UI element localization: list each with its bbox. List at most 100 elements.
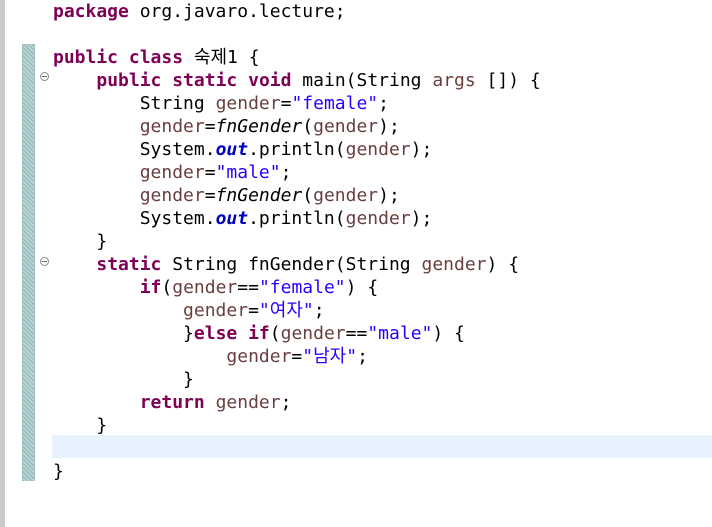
code-token: =	[248, 300, 259, 321]
code-line[interactable]: gender=fnGender(gender);	[53, 115, 541, 138]
code-line[interactable]: }	[53, 460, 541, 483]
code-token: gender	[226, 346, 292, 367]
code-token: System.	[53, 139, 216, 160]
code-token: ;	[378, 93, 389, 114]
code-token: (	[302, 185, 314, 206]
code-token: }	[53, 461, 64, 482]
code-token: "남자"	[302, 346, 358, 367]
code-token: String	[53, 93, 216, 114]
code-line[interactable]: }	[53, 230, 541, 253]
code-token: void	[248, 70, 292, 91]
code-line[interactable]: static String fnGender(String gender) {	[53, 253, 541, 276]
code-token: fnGender	[215, 185, 303, 206]
code-token: ;	[313, 300, 325, 321]
code-token: =	[291, 346, 303, 367]
code-token: }	[53, 323, 194, 344]
code-line[interactable]	[53, 23, 541, 46]
code-line[interactable]: return gender;	[53, 391, 541, 414]
code-token: []) {	[475, 70, 541, 91]
code-token: );	[410, 208, 433, 229]
code-token: gender	[139, 185, 205, 206]
code-line[interactable]: gender="여자";	[53, 299, 541, 322]
code-token: gender	[345, 139, 411, 160]
code-token: out	[215, 139, 249, 160]
code-token: ==	[237, 277, 259, 298]
code-token: =	[280, 93, 292, 114]
code-token: args	[432, 70, 476, 91]
code-token: System.	[53, 208, 216, 229]
code-token: gender	[215, 93, 281, 114]
code-token: gender	[139, 162, 205, 183]
code-token: gender	[215, 392, 281, 413]
code-line[interactable]: gender="남자";	[53, 345, 541, 368]
code-line[interactable]: System.out.println(gender);	[53, 207, 541, 230]
code-token: ==	[345, 323, 368, 344]
code-token: "male"	[215, 162, 281, 183]
code-token: =	[204, 116, 216, 137]
code-token: static	[96, 254, 162, 275]
code-token: gender	[421, 254, 487, 275]
code-token: public	[96, 70, 162, 91]
code-token: );	[410, 139, 433, 160]
code-token: gender	[345, 208, 411, 229]
code-token: if	[248, 323, 270, 344]
code-token: fnGender	[215, 116, 303, 137]
code-token: "female"	[258, 277, 346, 298]
code-token: gender	[183, 300, 249, 321]
code-line[interactable]: gender="male";	[53, 161, 541, 184]
code-token: }	[53, 415, 108, 436]
code-token: if	[139, 277, 162, 298]
collapse-minus-icon[interactable]	[40, 72, 49, 81]
code-line[interactable]: }	[53, 368, 541, 391]
code-token: return	[139, 392, 205, 413]
collapse-minus-icon[interactable]	[40, 257, 49, 266]
code-token: ;	[280, 162, 292, 183]
code-line[interactable]	[53, 437, 541, 460]
code-token: "male"	[367, 323, 433, 344]
code-line[interactable]: package org.javaro.lecture;	[53, 0, 541, 23]
code-line[interactable]: String gender="female";	[53, 92, 541, 115]
code-line[interactable]: public static void main(String args []) …	[53, 69, 541, 92]
code-token: .println(	[248, 208, 346, 229]
code-line[interactable]: System.out.println(gender);	[53, 138, 541, 161]
code-editor-text[interactable]: package org.javaro.lecture; public class…	[53, 0, 541, 483]
code-token: ;	[280, 392, 292, 413]
code-token: "여자"	[258, 300, 314, 321]
code-token: gender	[313, 116, 379, 137]
editor-left-border	[0, 0, 5, 527]
code-token: );	[378, 116, 400, 137]
code-token: );	[378, 185, 400, 206]
code-token: public	[53, 47, 119, 68]
code-line[interactable]: if(gender=="female") {	[53, 276, 541, 299]
code-token: }	[53, 231, 108, 252]
code-line[interactable]: }	[53, 414, 541, 437]
code-token: ) {	[486, 254, 520, 275]
code-token: (	[302, 116, 314, 137]
code-line[interactable]: public class 숙제1 {	[53, 46, 541, 69]
code-token: gender	[313, 185, 379, 206]
code-token: ) {	[432, 323, 465, 344]
code-token: org.javaro.lecture;	[128, 1, 346, 22]
code-line[interactable]: }else if(gender=="male") {	[53, 322, 541, 345]
code-token: (	[269, 323, 281, 344]
code-token: .println(	[248, 139, 346, 160]
code-token: else	[193, 323, 238, 344]
code-token: package	[53, 1, 129, 22]
code-line[interactable]: gender=fnGender(gender);	[53, 184, 541, 207]
quick-diff-ruler	[22, 44, 35, 481]
code-token: 숙제1 {	[183, 47, 260, 68]
code-token: ) {	[345, 277, 379, 298]
